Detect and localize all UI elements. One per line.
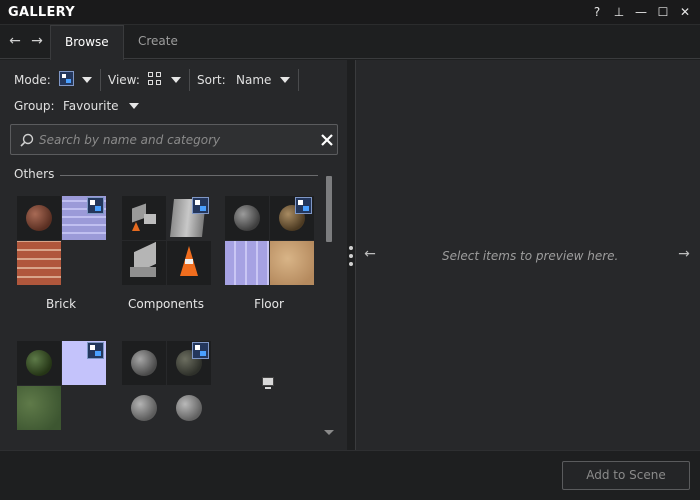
group-label-floor: Floor: [254, 297, 284, 311]
mode-label: Mode:: [14, 73, 51, 87]
help-icon[interactable]: ?: [588, 3, 606, 21]
model-thumbnail[interactable]: [122, 241, 166, 285]
scrollbar-thumb[interactable]: [326, 176, 332, 242]
tab-browse[interactable]: Browse: [50, 25, 124, 60]
material-badge-icon: [87, 342, 104, 359]
material-thumbnail[interactable]: [270, 241, 314, 285]
tab-create[interactable]: Create: [124, 25, 192, 59]
minimize-icon[interactable]: —: [632, 3, 650, 21]
add-to-scene-button[interactable]: Add to Scene: [562, 461, 690, 490]
material-thumbnail[interactable]: [122, 341, 166, 385]
material-thumbnail[interactable]: [17, 386, 61, 430]
pane-splitter[interactable]: [347, 60, 355, 450]
material-badge-icon: [192, 342, 209, 359]
close-icon[interactable]: ✕: [676, 3, 694, 21]
model-thumbnail[interactable]: [167, 241, 211, 285]
tab-bar: ← → Browse Create: [0, 25, 700, 60]
section-divider: [60, 175, 318, 176]
back-arrow-icon[interactable]: ←: [7, 33, 23, 49]
material-thumbnail[interactable]: [17, 196, 61, 240]
sort-value[interactable]: Name: [236, 73, 271, 87]
model-thumbnail[interactable]: [122, 196, 166, 240]
mode-icon[interactable]: [59, 71, 74, 86]
sort-label: Sort:: [197, 73, 226, 87]
material-thumbnail[interactable]: [167, 341, 211, 385]
toolbar-divider: [298, 69, 299, 91]
splitter-grip-icon: [349, 246, 353, 250]
toolbar-divider: [100, 69, 101, 91]
clear-search-icon[interactable]: [321, 134, 333, 146]
title-bar: GALLERY ? ⊥ — ☐ ✕: [0, 0, 700, 25]
material-thumbnail[interactable]: [270, 196, 314, 240]
window-title: GALLERY: [8, 5, 75, 20]
group-dropdown-icon[interactable]: [129, 103, 139, 109]
model-thumbnail[interactable]: [167, 196, 211, 240]
section-title: Others: [14, 167, 55, 181]
material-thumbnail[interactable]: [225, 241, 269, 285]
forward-arrow-icon[interactable]: →: [29, 33, 45, 49]
preview-prev-icon[interactable]: ←: [362, 246, 378, 262]
grid-view-icon[interactable]: [148, 72, 162, 86]
material-badge-icon: [87, 197, 104, 214]
material-badge-icon: [295, 197, 312, 214]
toolbar-divider: [189, 69, 190, 91]
maximize-icon[interactable]: ☐: [654, 3, 672, 21]
splitter-grip-icon: [349, 254, 353, 258]
search-icon: [20, 133, 34, 147]
view-label: View:: [108, 73, 140, 87]
group-value[interactable]: Favourite: [63, 99, 119, 113]
preview-next-icon[interactable]: →: [676, 246, 692, 262]
material-thumbnail[interactable]: [17, 341, 61, 385]
mode-dropdown-icon[interactable]: [82, 77, 92, 83]
view-dropdown-icon[interactable]: [171, 77, 181, 83]
sort-dropdown-icon[interactable]: [280, 77, 290, 83]
scroll-down-icon[interactable]: [324, 430, 334, 435]
group-label-components: Components: [128, 297, 204, 311]
material-thumbnail[interactable]: [17, 241, 61, 285]
loading-placeholder-icon: [262, 377, 276, 391]
material-thumbnail[interactable]: [167, 386, 211, 430]
search-box[interactable]: [10, 124, 338, 155]
material-thumbnail[interactable]: [225, 196, 269, 240]
group-label-brick: Brick: [45, 297, 77, 311]
pin-icon[interactable]: ⊥: [610, 3, 628, 21]
material-thumbnail[interactable]: [62, 341, 106, 385]
gallery-scrollbar[interactable]: [324, 176, 334, 442]
model-badge-icon: [192, 197, 209, 214]
group-label: Group:: [14, 99, 55, 113]
preview-hint: Select items to preview here.: [442, 249, 619, 263]
search-input[interactable]: [39, 131, 309, 149]
splitter-grip-icon: [349, 262, 353, 266]
material-thumbnail[interactable]: [62, 196, 106, 240]
material-thumbnail[interactable]: [122, 386, 166, 430]
